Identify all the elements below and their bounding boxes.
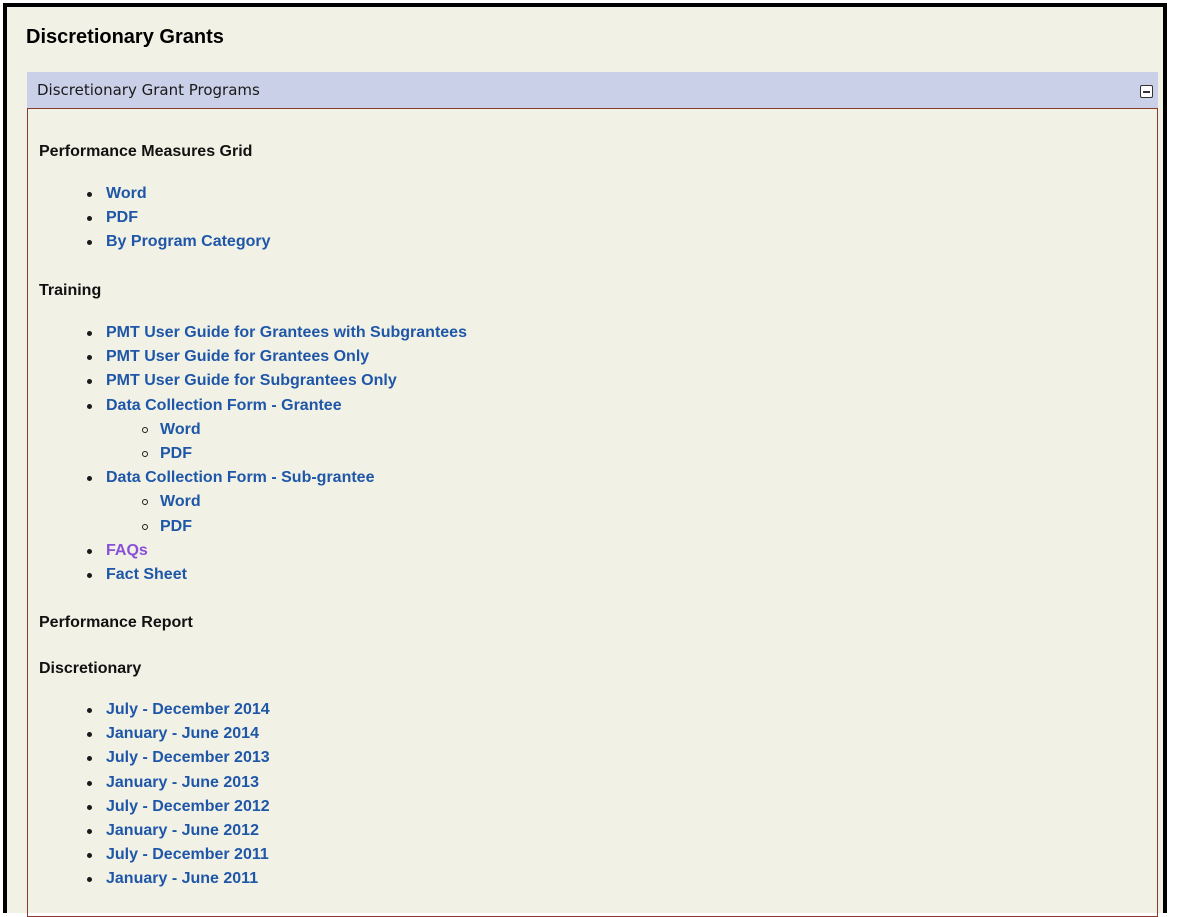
list-item: PDF	[28, 206, 1028, 230]
list-item: January - June 2012	[28, 819, 1028, 843]
dcf-subgrantee-link[interactable]: Data Collection Form - Sub-grantee	[106, 469, 374, 486]
list-item: Data Collection Form - Sub-grantee	[28, 466, 1028, 490]
report-link[interactable]: July - December 2011	[106, 846, 269, 863]
report-link[interactable]: January - June 2012	[106, 822, 259, 839]
panel-body: Performance Measures Grid Word PDF By Pr…	[27, 108, 1158, 917]
training-list: PMT User Guide for Grantees with Subgran…	[28, 321, 1028, 587]
list-item: PMT User Guide for Grantees Only	[28, 345, 1028, 369]
collapse-minus-icon[interactable]	[1140, 85, 1153, 98]
pm-by-program-category-link[interactable]: By Program Category	[106, 233, 271, 250]
panel-header[interactable]: Discretionary Grant Programs	[27, 72, 1158, 108]
guide-grantees-with-subgrantees-link[interactable]: PMT User Guide for Grantees with Subgran…	[106, 324, 467, 341]
report-link[interactable]: January - June 2013	[106, 774, 259, 791]
report-link[interactable]: January - June 2011	[106, 870, 258, 887]
pm-pdf-link[interactable]: PDF	[106, 209, 138, 226]
list-item: PMT User Guide for Subgrantees Only	[28, 369, 1028, 393]
list-item: January - June 2014	[28, 722, 1028, 746]
list-item: PMT User Guide for Grantees with Subgran…	[28, 321, 1028, 345]
report-link[interactable]: July - December 2013	[106, 749, 270, 766]
list-item: By Program Category	[28, 230, 1028, 254]
report-link[interactable]: July - December 2012	[106, 798, 270, 815]
sub-list-item: Word	[28, 418, 1028, 442]
guide-subgrantees-only-link[interactable]: PMT User Guide for Subgrantees Only	[106, 372, 397, 389]
pm-word-link[interactable]: Word	[106, 185, 147, 202]
list-item: FAQs	[28, 539, 1028, 563]
performance-measures-heading: Performance Measures Grid	[39, 143, 253, 160]
faqs-link[interactable]: FAQs	[106, 542, 148, 559]
dcf-subgrantee-pdf-link[interactable]: PDF	[160, 518, 192, 535]
list-item: July - December 2014	[28, 698, 1028, 722]
content-frame: Discretionary Grants Discretionary Grant…	[3, 3, 1167, 917]
list-item: Fact Sheet	[28, 563, 1028, 587]
report-link[interactable]: January - June 2014	[106, 725, 259, 742]
report-link[interactable]: July - December 2014	[106, 701, 270, 718]
dcf-subgrantee-word-link[interactable]: Word	[160, 493, 201, 510]
guide-grantees-only-link[interactable]: PMT User Guide for Grantees Only	[106, 348, 369, 365]
performance-report-heading: Performance Report	[39, 614, 193, 631]
list-item: Data Collection Form - Grantee	[28, 394, 1028, 418]
list-item: January - June 2013	[28, 771, 1028, 795]
list-item: January - June 2011	[28, 867, 1028, 891]
list-item: Word	[28, 182, 1028, 206]
sub-list-item: PDF	[28, 442, 1028, 466]
panel-title: Discretionary Grant Programs	[37, 81, 260, 99]
dcf-grantee-word-link[interactable]: Word	[160, 421, 201, 438]
discretionary-heading: Discretionary	[39, 660, 142, 677]
dcf-grantee-pdf-link[interactable]: PDF	[160, 445, 192, 462]
list-item: July - December 2011	[28, 843, 1028, 867]
training-heading: Training	[39, 282, 102, 299]
sub-list-item: Word	[28, 490, 1028, 514]
fact-sheet-link[interactable]: Fact Sheet	[106, 566, 187, 583]
list-item: July - December 2012	[28, 795, 1028, 819]
page-title: Discretionary Grants	[26, 26, 224, 48]
dcf-grantee-link[interactable]: Data Collection Form - Grantee	[106, 397, 342, 414]
sub-list-item: PDF	[28, 515, 1028, 539]
performance-measures-list: Word PDF By Program Category	[28, 182, 1028, 255]
discretionary-list: July - December 2014 January - June 2014…	[28, 698, 1028, 892]
list-item: July - December 2013	[28, 746, 1028, 770]
